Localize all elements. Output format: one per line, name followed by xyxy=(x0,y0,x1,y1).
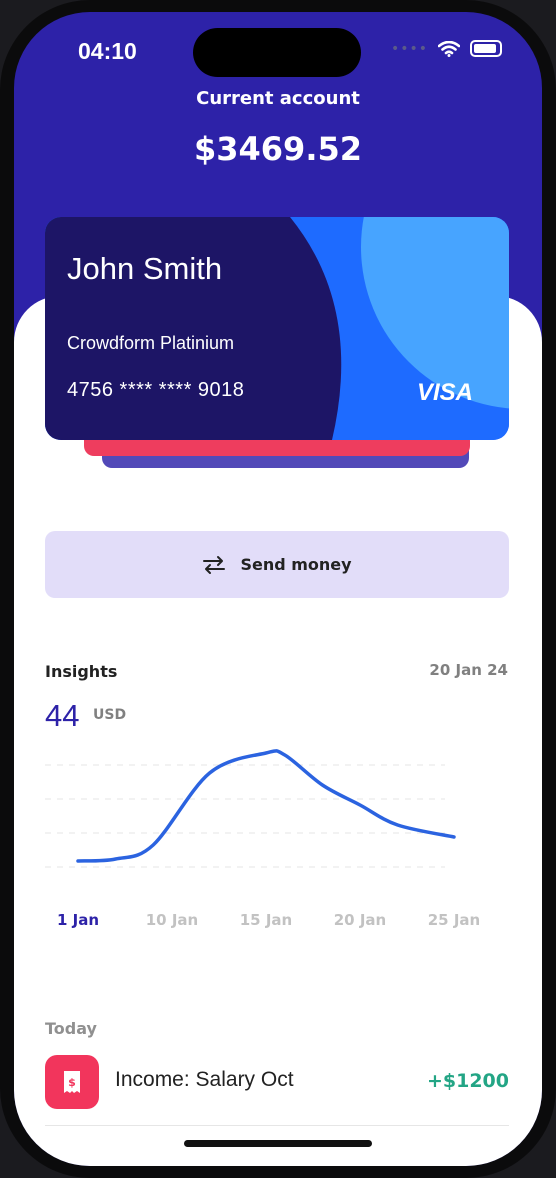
transaction-amount: +$1200 xyxy=(426,1070,509,1092)
transactions-section-title: Today xyxy=(45,1019,97,1038)
status-icons: •••• xyxy=(391,40,502,57)
insights-date: 20 Jan 24 xyxy=(429,661,508,679)
phone-frame: 04:10 •••• Current account $3469.52 John… xyxy=(0,0,556,1178)
wifi-icon xyxy=(438,40,460,57)
bank-card[interactable]: John Smith Crowdform Platinium 4756 ****… xyxy=(45,217,509,440)
card-holder-name: John Smith xyxy=(67,251,223,286)
cellular-icon: •••• xyxy=(390,40,428,57)
send-money-label: Send money xyxy=(240,555,352,574)
insights-chart: 1 Jan 10 Jan 15 Jan 20 Jan 25 Jan xyxy=(45,749,480,929)
app-screen: 04:10 •••• Current account $3469.52 John… xyxy=(14,12,542,1166)
card-number: 4756 **** **** 9018 xyxy=(67,379,245,401)
chart-x-tick-label[interactable]: 15 Jan xyxy=(240,911,292,929)
card-product-name: Crowdform Platinium xyxy=(67,333,235,353)
page-title: Current account xyxy=(196,88,360,109)
account-balance: $3469.52 xyxy=(193,130,362,168)
chart-x-tick-label[interactable]: 1 Jan xyxy=(57,911,99,929)
svg-text:$: $ xyxy=(68,1076,76,1089)
home-indicator[interactable] xyxy=(184,1140,372,1147)
chart-x-tick-label[interactable]: 20 Jan xyxy=(334,911,386,929)
receipt-dollar-icon: $ xyxy=(64,1071,80,1093)
visa-logo: VISA xyxy=(416,379,473,406)
transfer-arrows-icon xyxy=(203,555,226,574)
battery-icon xyxy=(470,40,502,57)
insights-title: Insights xyxy=(45,662,118,681)
chart-series-line xyxy=(76,749,456,863)
chart-x-tick-label[interactable]: 25 Jan xyxy=(428,911,480,929)
transaction-icon: $ xyxy=(45,1055,99,1109)
send-money-button[interactable]: Send money xyxy=(45,531,509,598)
transaction-label[interactable]: Income: Salary Oct xyxy=(115,1068,294,1092)
status-time: 04:10 xyxy=(78,38,137,64)
dynamic-island xyxy=(193,28,361,77)
insights-unit: USD xyxy=(93,707,127,723)
chart-x-tick-label[interactable]: 10 Jan xyxy=(146,911,198,929)
insights-value: 44 xyxy=(45,698,80,733)
list-divider xyxy=(45,1125,509,1126)
